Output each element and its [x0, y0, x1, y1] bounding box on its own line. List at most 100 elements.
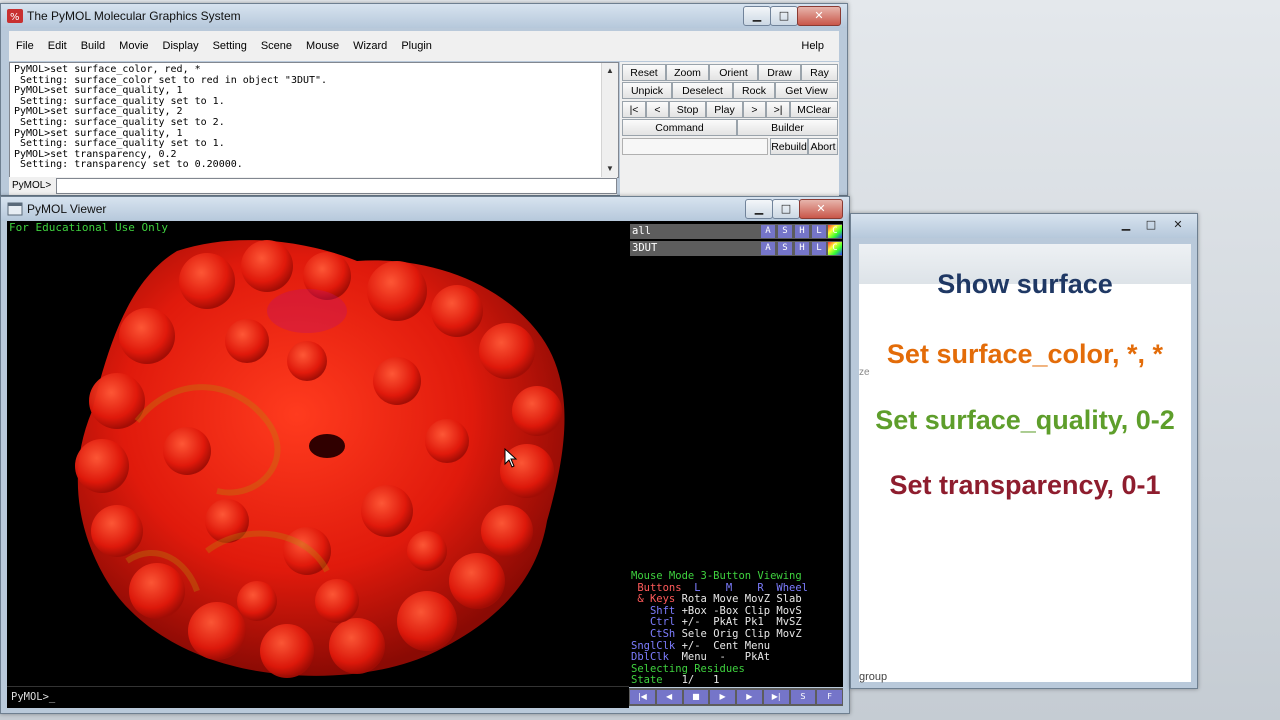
log-scrollbar[interactable]: ▲ ▼ [601, 63, 618, 177]
next-frame-button[interactable]: > [743, 101, 766, 118]
slide-close-button[interactable]: ✕ [1163, 216, 1193, 234]
play-button[interactable]: Play [706, 101, 743, 118]
slide-group-text: group [859, 671, 888, 683]
zoom-button[interactable]: Zoom [666, 64, 709, 81]
object-row-all[interactable]: all A S H L C [630, 224, 842, 239]
molecule-render-area[interactable]: For Educational Use Only [7, 221, 629, 686]
scroll-down-arrow-icon[interactable]: ▼ [602, 161, 618, 177]
main-titlebar[interactable]: % The PyMOL Molecular Graphics System ▁ … [1, 4, 847, 28]
viewer-window-title: PyMOL Viewer [27, 202, 107, 216]
slide-line-transparency: Set transparency, 0-1 [889, 470, 1161, 500]
menu-setting[interactable]: Setting [206, 40, 254, 52]
control-button-panel: Reset Zoom Orient Draw Ray Unpick Desele… [620, 62, 839, 196]
first-frame-button[interactable]: |< [622, 101, 646, 118]
get-view-button[interactable]: Get View [775, 82, 838, 99]
command-input[interactable] [56, 178, 617, 194]
protein-surface-image [75, 240, 565, 678]
fullscreen-button[interactable]: F [817, 690, 842, 704]
rock-button[interactable]: Rock [733, 82, 775, 99]
back-icon[interactable]: ◀ [656, 690, 682, 704]
pymol-app-icon: % [7, 9, 23, 23]
label-button[interactable]: L [812, 242, 826, 255]
menu-edit[interactable]: Edit [41, 40, 74, 52]
menu-help[interactable]: Help [794, 40, 831, 52]
menu-movie[interactable]: Movie [112, 40, 155, 52]
mouse-buttons-label: Buttons [631, 581, 682, 594]
maximize-button[interactable]: □ [770, 6, 798, 26]
mouse-row-label: Ctrl [631, 616, 676, 629]
ray-button[interactable]: Ray [801, 64, 838, 81]
viewer-close-button[interactable]: ✕ [799, 199, 843, 219]
orient-button[interactable]: Orient [709, 64, 758, 81]
viewer-maximize-button[interactable]: □ [772, 199, 800, 219]
color-button[interactable]: C [828, 225, 842, 238]
menu-plugin[interactable]: Plugin [394, 40, 439, 52]
slide-side-text: ze [859, 367, 870, 378]
menu-file[interactable]: File [9, 40, 41, 52]
abort-button[interactable]: Abort [808, 138, 838, 155]
mouse-mode-panel[interactable]: Mouse Mode 3-Button Viewing Buttons L M … [631, 570, 843, 687]
mouse-row-values: Menu - PkAt [668, 651, 771, 664]
prev-frame-button[interactable]: < [646, 101, 669, 118]
menu-build[interactable]: Build [74, 40, 112, 52]
slide-titlebar[interactable]: ▁ □ ✕ [851, 214, 1197, 238]
end-icon[interactable]: ▶| [763, 690, 789, 704]
mouse-mode-title: Mouse Mode 3-Button Viewing [631, 570, 802, 582]
slide-line-show-surface: Show surface [937, 269, 1113, 299]
forward-icon[interactable]: ▶ [737, 690, 762, 704]
svg-text:%: % [10, 12, 20, 23]
viewer-titlebar[interactable]: PyMOL Viewer ▁ □ ✕ [1, 197, 849, 221]
rebuild-button[interactable]: Rebuild [770, 138, 808, 155]
mouse-row-label: SnglClk [631, 639, 676, 652]
viewer-minimize-button[interactable]: ▁ [745, 199, 773, 219]
scroll-up-arrow-icon[interactable]: ▲ [602, 63, 618, 79]
draw-button[interactable]: Draw [758, 64, 801, 81]
viewer-app-icon [7, 202, 23, 216]
menu-display[interactable]: Display [156, 40, 206, 52]
reset-button[interactable]: Reset [622, 64, 666, 81]
menu-mouse[interactable]: Mouse [299, 40, 346, 52]
deselect-button[interactable]: Deselect [672, 82, 733, 99]
mouse-row-values: +/- Cent Menu [675, 639, 771, 652]
builder-tab[interactable]: Builder [737, 119, 838, 136]
last-frame-button[interactable]: >| [766, 101, 790, 118]
mouse-row-values: Rota Move MovZ Slab [675, 593, 802, 606]
rewind-icon[interactable]: |◀ [630, 690, 655, 704]
mouse-row-label: DblClk [631, 651, 669, 664]
label-button[interactable]: L [812, 225, 826, 238]
mouse-row-values: +/- PkAt Pk1 MvSZ [675, 616, 802, 629]
selecting-mode: Selecting Residues [631, 662, 745, 675]
status-field [622, 138, 768, 155]
menu-scene[interactable]: Scene [254, 40, 299, 52]
slide-maximize-button[interactable]: □ [1138, 216, 1164, 234]
viewer-command-line[interactable]: PyMOL>_ [7, 686, 629, 708]
state-value: 1/ 1 [662, 674, 720, 687]
command-tab[interactable]: Command [622, 119, 737, 136]
action-button[interactable]: A [761, 225, 775, 238]
slide-minimize-button[interactable]: ▁ [1113, 216, 1139, 234]
movie-playbar: |◀ ◀ ■ ▶ ▶ ▶| S F [629, 688, 843, 706]
pymol-main-window: % The PyMOL Molecular Graphics System ▁ … [0, 3, 848, 196]
stop-icon[interactable]: ■ [683, 690, 709, 704]
mouse-row-label: Shft [631, 604, 676, 617]
menu-wizard[interactable]: Wizard [346, 40, 394, 52]
log-console[interactable]: PyMOL>set surface_color, red, * Setting:… [9, 62, 619, 178]
minimize-button[interactable]: ▁ [743, 6, 771, 26]
show-button[interactable]: S [778, 242, 792, 255]
object-name: all [632, 225, 651, 237]
hide-button[interactable]: H [795, 225, 809, 238]
action-button[interactable]: A [761, 242, 775, 255]
play-icon[interactable]: ▶ [710, 690, 735, 704]
scene-button[interactable]: S [790, 690, 816, 704]
slide-line-surface-color: Set surface_color, *, * [886, 339, 1164, 369]
unpick-button[interactable]: Unpick [622, 82, 672, 99]
mclear-button[interactable]: MClear [790, 101, 838, 118]
show-button[interactable]: S [778, 225, 792, 238]
stop-button[interactable]: Stop [669, 101, 706, 118]
close-button[interactable]: ✕ [797, 6, 841, 26]
log-text: PyMOL>set surface_color, red, * Setting:… [14, 64, 328, 171]
object-row-3dut[interactable]: 3DUT A S H L C [630, 241, 842, 256]
mouse-cursor-icon [504, 448, 518, 468]
color-button[interactable]: C [828, 242, 842, 255]
hide-button[interactable]: H [795, 242, 809, 255]
